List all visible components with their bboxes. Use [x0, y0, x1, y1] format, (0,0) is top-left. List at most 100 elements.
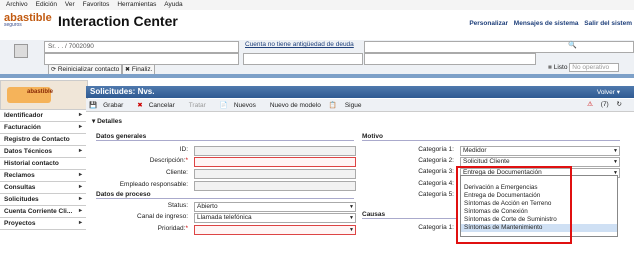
chevron-down-icon: ▼: [613, 148, 618, 154]
save-button[interactable]: 💾 Grabar: [89, 102, 129, 109]
separator-bar: [0, 74, 634, 78]
search-icon[interactable]: 🔍: [568, 41, 577, 49]
motivo-title: Motivo: [362, 133, 620, 141]
status-dot-icon: ■: [548, 64, 552, 71]
save-icon: 💾: [89, 102, 98, 109]
highlight-box: [456, 166, 572, 244]
personalizar-link[interactable]: Personalizar: [469, 20, 508, 27]
menu-archivo[interactable]: Archivo: [6, 0, 28, 10]
page-titlebar: Solicitudes: Nvs. Volver ▾: [86, 86, 634, 98]
page-toolbar: 💾 Grabar ✖ Cancelar Tratar 📄 Nuevos Nuevo d…: [86, 99, 634, 112]
reset-label: Reinicializar contacto: [57, 66, 120, 73]
process-label: Tratar: [188, 102, 206, 109]
priority-label: Prioridad:*: [157, 225, 188, 232]
id-label: ID:: [179, 146, 188, 153]
menu-favoritos[interactable]: Favoritos: [83, 0, 110, 10]
status-field[interactable]: No operativo: [569, 63, 620, 72]
sidebar-item-identificador[interactable]: Identificador: [0, 110, 86, 122]
client-field[interactable]: [194, 169, 356, 179]
status-select[interactable]: Abierto ▼: [194, 202, 356, 212]
priority-label-text: Prioridad:: [157, 225, 186, 232]
channel-label: Canal de ingreso:: [137, 213, 188, 220]
status-field-label: Status:: [167, 202, 188, 209]
cancel-label: Cancelar: [148, 102, 175, 109]
status-label: Listo: [553, 64, 568, 71]
employee-field[interactable]: [194, 181, 356, 191]
next-button[interactable]: Sigue: [345, 102, 362, 109]
refresh-icon[interactable]: ↻: [617, 101, 622, 108]
cat2-label: Categoría 2:: [418, 157, 454, 164]
cat2-value: Solicitud Cliente: [463, 158, 510, 165]
page-title: Solicitudes: Nvs.: [90, 87, 155, 96]
client-label: Cliente:: [165, 169, 188, 176]
chevron-down-icon: ▼: [349, 215, 354, 221]
debt-notice[interactable]: Cuenta no tiene antigüedad de deuda: [245, 41, 354, 48]
process-button[interactable]: Tratar: [189, 102, 212, 109]
cat4-label: Categoría 4:: [418, 180, 454, 187]
channel-value: Llamada telefónica: [197, 214, 252, 221]
header-links: Personalizar Mensajes de sistema Salir d…: [465, 20, 632, 27]
employee-label: Empleado responsable:: [119, 181, 188, 188]
new-icon: 📄: [219, 102, 228, 109]
details-title: Detalles: [97, 118, 123, 125]
reset-icon: ⟳: [51, 67, 57, 73]
description-label-text: Descripción:: [149, 157, 186, 164]
new-button[interactable]: 📄 Nuevos: [220, 102, 262, 109]
status-area: ■ Listo No operativo: [548, 63, 620, 72]
right-field-1: [364, 41, 634, 53]
notice-field-2: [243, 53, 363, 65]
copy-icon[interactable]: 📋: [329, 102, 337, 109]
finish-label: Finaliz.: [131, 66, 153, 73]
right-field-2: [364, 53, 536, 65]
back-button[interactable]: Volver ▾: [597, 88, 620, 96]
sidebar-item-consultas[interactable]: Consultas: [0, 182, 86, 194]
status-value: Abierto: [197, 203, 218, 210]
process-data-title: Datos de proceso: [96, 191, 354, 199]
app-title: Interaction Center: [58, 13, 178, 29]
channel-select[interactable]: Llamada telefónica ▼: [194, 213, 356, 223]
sidebar-nav: Identificador Facturación Registro de Co…: [0, 110, 86, 230]
mensajes-link[interactable]: Mensajes de sistema: [514, 20, 579, 27]
back-label: Volver: [596, 89, 615, 96]
sidebar-item-historial[interactable]: Historial contacto: [0, 158, 86, 170]
sidebar-item-solicitudes[interactable]: Solicitudes: [0, 194, 86, 206]
nav-logo-panel: abastible: [0, 80, 88, 110]
chevron-down-icon: ▼: [349, 204, 354, 210]
cat1-select[interactable]: Medidor ▼: [460, 146, 620, 156]
id-field[interactable]: [194, 146, 356, 156]
alert-count[interactable]: (7): [601, 101, 609, 108]
description-field[interactable]: [194, 157, 356, 167]
brand-logo: abastible seguros: [4, 12, 52, 28]
finish-icon: ✖: [125, 67, 131, 73]
sidebar-item-proyectos[interactable]: Proyectos: [0, 218, 86, 230]
general-data-title: Datos generales: [96, 133, 354, 141]
alert-icon: ⚠: [587, 101, 593, 108]
sidebar-item-cuenta-corriente[interactable]: Cuenta Corriente Cli...: [0, 206, 86, 218]
cancel-icon: ✖: [137, 102, 143, 109]
causas-title: Causas: [362, 211, 456, 219]
chevron-down-icon: ▼: [349, 227, 354, 233]
priority-select[interactable]: ▼: [194, 225, 356, 235]
menu-ayuda[interactable]: Ayuda: [164, 0, 182, 10]
salir-link[interactable]: Salir del sistem: [584, 20, 632, 27]
save-label: Grabar: [103, 102, 124, 109]
new-from-template-button[interactable]: Nuevo de modelo: [270, 102, 321, 109]
sidebar-item-registro[interactable]: Registro de Contacto: [0, 134, 86, 146]
sidebar-item-reclamos[interactable]: Reclamos: [0, 170, 86, 182]
causas-cat1-label: Categoría 1:: [418, 224, 454, 231]
cat5-label: Categoría 5:: [418, 191, 454, 198]
sidebar-item-facturacion[interactable]: Facturación: [0, 122, 86, 134]
menu-edicion[interactable]: Edición: [36, 0, 57, 10]
details-header[interactable]: ▾ Detalles: [92, 117, 628, 125]
cancel-button[interactable]: ✖ Cancelar: [137, 102, 180, 109]
menu-ver[interactable]: Ver: [65, 0, 75, 10]
cat1-value: Medidor: [463, 147, 487, 154]
nav-logo-text: abastible: [27, 89, 54, 95]
description-label: Descripción:*: [149, 157, 188, 164]
cat1-label: Categoría 1:: [418, 146, 454, 153]
contact-icon[interactable]: [14, 44, 28, 58]
chevron-down-icon: ▼: [613, 159, 618, 165]
customer-field[interactable]: Sr. . . / 7002090: [44, 41, 239, 53]
menu-herramientas[interactable]: Herramientas: [117, 0, 156, 10]
sidebar-item-datos-tecnicos[interactable]: Datos Técnicos: [0, 146, 86, 158]
